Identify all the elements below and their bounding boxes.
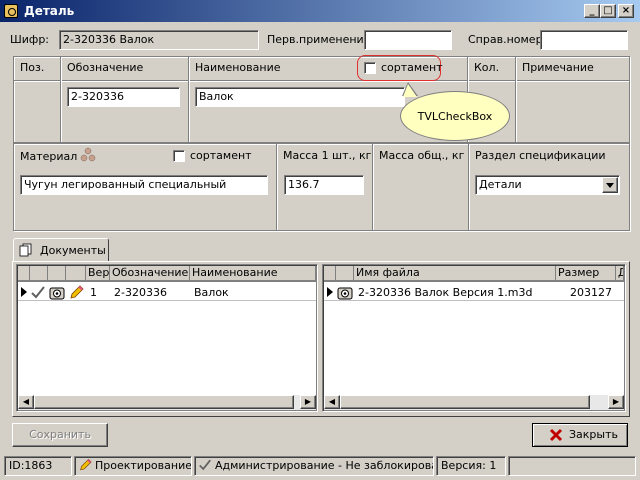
docs-scroll-right-button[interactable]: ▶ — [300, 395, 316, 409]
camera-icon[interactable] — [49, 285, 65, 300]
status-version: Версия: 1 — [436, 456, 506, 476]
files-scroll-thumb[interactable] — [340, 395, 590, 409]
status-mode-label: Проектирование — [95, 459, 192, 472]
window-titlebar[interactable]: Деталь — [0, 0, 640, 22]
table-row[interactable]: 2-320336 Валок Версия 1.m3d 203127 — [324, 284, 624, 301]
spec-divider — [14, 80, 629, 81]
material-balls-icon[interactable] — [80, 147, 96, 163]
row-pointer-icon — [327, 287, 333, 297]
sortament-checkbox[interactable] — [364, 62, 376, 74]
files-scroll-right-button[interactable]: ▶ — [608, 395, 624, 409]
docs-col-designation[interactable]: Обозначение — [110, 266, 190, 281]
name-header: Наименование — [195, 61, 281, 74]
ref-number-field[interactable] — [540, 30, 628, 50]
close-button-label: Закрыть — [569, 428, 618, 441]
close-window-button[interactable]: × — [618, 4, 634, 18]
ref-number-label: Справ.номер: — [468, 33, 547, 46]
mass-unit-field[interactable]: 136.7 — [284, 175, 364, 195]
window-title: Деталь — [24, 4, 75, 18]
check-icon — [199, 459, 211, 471]
section-header: Раздел спецификации — [475, 149, 606, 162]
files-col-date[interactable]: Д — [616, 266, 624, 281]
docs-scroll-left-button[interactable]: ◀ — [18, 395, 34, 409]
docs-grid-header: Вер. Обозначение Наименование — [18, 266, 316, 281]
docs-col-version[interactable]: Вер. — [86, 266, 110, 281]
pencil-icon — [80, 458, 92, 471]
close-button[interactable]: Закрыть — [532, 423, 628, 447]
files-row-size: 203127 — [570, 286, 612, 299]
docs-row-designation: 2-320336 — [114, 286, 167, 299]
maximize-button[interactable]: □ — [600, 4, 616, 18]
callout-text: TVLCheckBox — [417, 110, 493, 123]
material-sortament-checkbox[interactable] — [173, 150, 185, 162]
docs-col-name[interactable]: Наименование — [190, 266, 316, 281]
first-use-label: Перв.применение: — [267, 33, 375, 46]
designation-field[interactable]: 2-320336 — [67, 87, 180, 107]
callout-tail — [403, 84, 417, 97]
mass-total-header: Масса общ., кг — [379, 149, 465, 162]
approved-check-icon[interactable] — [30, 285, 46, 300]
app-icon[interactable] — [4, 4, 18, 18]
documents-icon — [19, 243, 32, 257]
qty-header: Кол. — [474, 61, 500, 74]
files-scroll-left-button[interactable]: ◀ — [324, 395, 340, 409]
docs-col-indicator[interactable] — [18, 266, 30, 281]
pos-header: Поз. — [20, 61, 45, 74]
docs-row-name: Валок — [194, 286, 229, 299]
section-select-value: Детали — [479, 178, 522, 191]
files-col-indicator[interactable] — [324, 266, 336, 281]
docs-col-camera[interactable] — [48, 266, 66, 281]
save-button[interactable]: Сохранить — [12, 423, 108, 447]
name-field[interactable]: Валок — [195, 87, 405, 107]
tab-documents[interactable]: Документы — [13, 238, 109, 262]
tvlcheckbox-callout: TVLCheckBox — [400, 91, 510, 141]
note-header: Примечание — [522, 61, 594, 74]
files-col-size[interactable]: Размер — [556, 266, 616, 281]
tab-documents-label: Документы — [40, 244, 106, 257]
material-field[interactable]: Чугун легированный специальный — [20, 175, 268, 195]
cipher-field[interactable]: 2-320336 Валок — [59, 30, 259, 50]
docs-col-check[interactable] — [30, 266, 48, 281]
files-row-filename: 2-320336 Валок Версия 1.m3d — [358, 286, 533, 299]
files-col-filename[interactable]: Имя файла — [354, 266, 556, 281]
status-admin: Администрирование - Не заблокирован — [194, 456, 434, 476]
material-label: Материал — [20, 150, 78, 163]
chevron-down-icon — [606, 183, 614, 188]
camera-icon[interactable] — [337, 285, 353, 300]
docs-row-version: 1 — [90, 286, 97, 299]
designation-header: Обозначение — [67, 61, 144, 74]
close-x-icon — [549, 428, 563, 442]
status-mode: Проектирование — [74, 456, 192, 476]
status-empty-panel — [508, 456, 636, 476]
cipher-label: Шифр: — [10, 33, 50, 46]
files-grid-header: Имя файла Размер Д — [324, 266, 624, 281]
status-id: ID:1863 — [4, 456, 72, 476]
mass-unit-header: Масса 1 шт., кг — [283, 149, 372, 162]
files-col-icon[interactable] — [336, 266, 354, 281]
material-sortament-label: сортамент — [190, 149, 252, 162]
table-row[interactable]: 1 2-320336 Валок — [18, 284, 316, 301]
docs-col-edit[interactable] — [66, 266, 86, 281]
minimize-button[interactable]: _ — [584, 4, 600, 18]
row-pointer-icon — [21, 287, 27, 297]
status-admin-label: Администрирование - Не заблокирован — [215, 459, 434, 472]
section-dropdown-button[interactable] — [602, 177, 618, 193]
section-select[interactable]: Детали — [475, 175, 620, 195]
pencil-icon[interactable] — [68, 285, 84, 300]
sortament-label: сортамент — [381, 61, 443, 74]
first-use-field[interactable] — [364, 30, 452, 50]
docs-scroll-thumb[interactable] — [34, 395, 294, 409]
